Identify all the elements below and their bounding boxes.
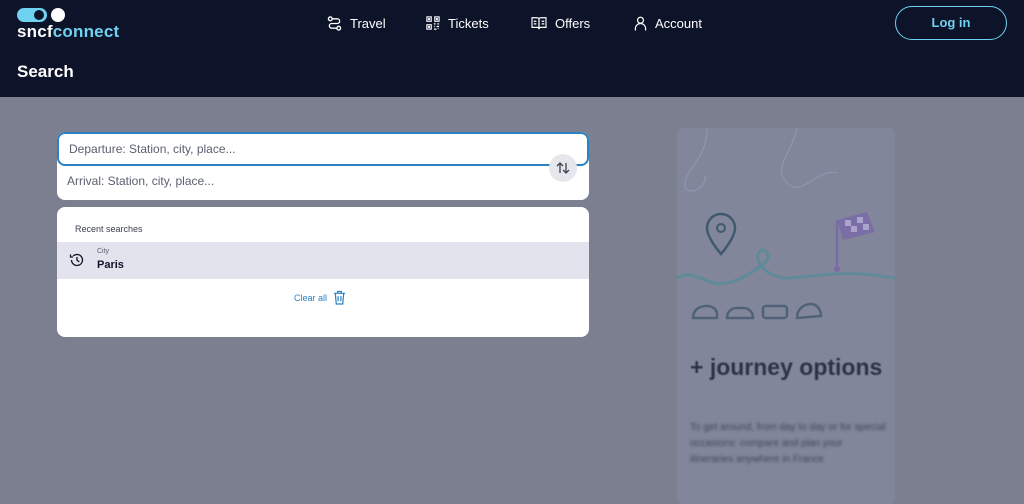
departure-field-wrapper: [57, 132, 589, 166]
origin-destination-form: [57, 132, 589, 200]
qr-code-icon: [426, 16, 440, 30]
nav-travel-label: Travel: [350, 15, 386, 31]
nav-travel[interactable]: Travel: [327, 14, 386, 32]
nav-account-label: Account: [655, 15, 702, 31]
swap-stations-button[interactable]: [549, 154, 577, 182]
history-icon: [69, 253, 84, 267]
recent-searches-heading: Recent searches: [75, 224, 143, 234]
promo-text: To get around, from day to day or for sp…: [690, 422, 886, 465]
nav-tickets-label: Tickets: [448, 15, 489, 31]
arrival-field-wrapper: [57, 166, 589, 200]
user-icon: [634, 16, 647, 30]
trash-icon: [333, 290, 346, 305]
nav-offers-label: Offers: [555, 15, 591, 31]
nav-offers[interactable]: Offers: [531, 14, 590, 32]
departure-input[interactable]: [59, 134, 519, 164]
logo-wordmark: sncfconnect: [17, 22, 120, 41]
logo-toggle-mark: [17, 8, 47, 22]
login-button[interactable]: Log in: [895, 6, 1007, 40]
swap-arrows-icon: [556, 162, 570, 174]
sncf-connect-logo[interactable]: sncfconnect: [17, 8, 120, 42]
clear-all-label: Clear all: [294, 292, 328, 303]
route-icon: [327, 15, 342, 31]
recent-search-item[interactable]: City Paris: [57, 242, 589, 279]
recent-item-name: Paris: [97, 259, 124, 271]
promo-title: + journey options: [690, 354, 883, 380]
journey-illustration: [677, 128, 895, 320]
nav-tickets[interactable]: Tickets: [426, 14, 489, 32]
book-icon: [531, 17, 547, 30]
journey-options-promo: + journey options To get around, from da…: [677, 128, 895, 504]
arrival-input[interactable]: [57, 166, 517, 196]
nav-account[interactable]: Account: [634, 14, 702, 32]
recent-searches-panel: Recent searches City Paris Clear all: [57, 207, 589, 337]
top-header: sncfconnect Travel Tickets Offers Accoun…: [0, 0, 1024, 97]
page-title: Search: [17, 62, 74, 81]
recent-item-type: City: [97, 248, 110, 255]
logo-dot-mark: [51, 8, 65, 22]
clear-all-button[interactable]: Clear all: [294, 290, 346, 305]
